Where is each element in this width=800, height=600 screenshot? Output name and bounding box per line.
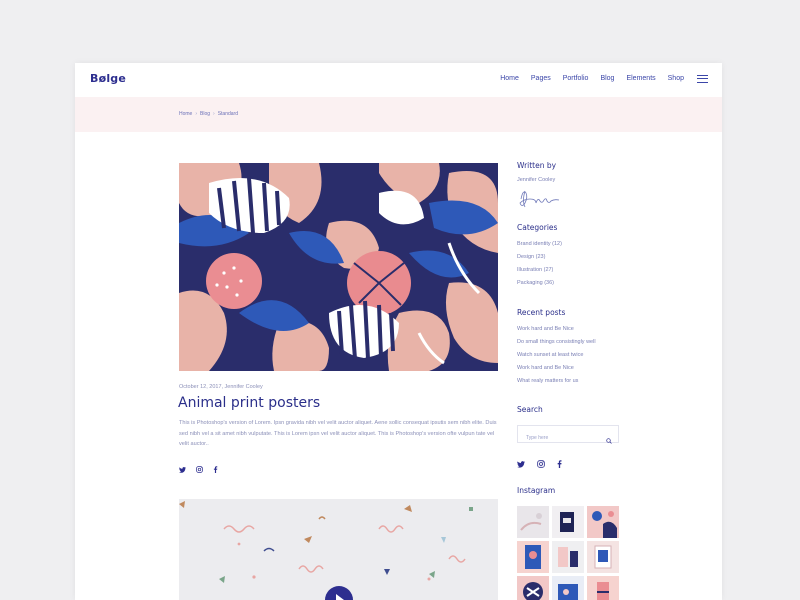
recent-post-link[interactable]: Work hard and Be Nice xyxy=(517,326,574,332)
written-by-heading: Written by xyxy=(517,161,557,170)
recent-post-link[interactable]: Do small things consistingly well xyxy=(517,339,596,345)
category-link[interactable]: Brand identity (12) xyxy=(517,241,562,247)
search-heading: Search xyxy=(517,405,543,414)
recent-posts-heading: Recent posts xyxy=(517,308,566,317)
sidebar-social-links xyxy=(517,455,574,473)
nav-item-portfolio[interactable]: Portfolio xyxy=(563,75,589,82)
recent-post-link[interactable]: What realy matters for us xyxy=(517,378,578,384)
breadcrumb-current: Standard xyxy=(217,111,238,117)
hamburger-menu-icon[interactable] xyxy=(697,75,708,83)
nav-item-pages[interactable]: Pages xyxy=(531,75,551,82)
post-excerpt: This is Photoshop's version of Lorem. Ip… xyxy=(179,420,497,447)
nav-item-blog[interactable]: Blog xyxy=(600,75,614,82)
breadcrumb-home[interactable]: Home xyxy=(179,111,192,117)
facebook-icon[interactable] xyxy=(213,460,218,478)
instagram-thumbnail[interactable] xyxy=(552,576,584,600)
instagram-thumbnail[interactable] xyxy=(587,541,619,573)
instagram-thumbnail[interactable] xyxy=(552,541,584,573)
nav-item-shop[interactable]: Shop xyxy=(668,75,684,82)
post-title[interactable]: Animal print posters xyxy=(178,395,320,411)
post-share-links xyxy=(179,460,228,478)
instagram-thumbnail[interactable] xyxy=(587,576,619,600)
search-icon[interactable] xyxy=(606,431,612,449)
category-link[interactable]: Illustration (27) xyxy=(517,267,553,273)
video-post-thumbnail[interactable] xyxy=(179,499,498,600)
search-box xyxy=(517,425,619,446)
chevron-right-icon: › xyxy=(195,111,198,117)
animal-print-illustration xyxy=(179,163,498,371)
nav-item-elements[interactable]: Elements xyxy=(626,75,655,82)
instagram-thumbnail[interactable] xyxy=(517,541,549,573)
main-nav: Home Pages Portfolio Blog Elements Shop xyxy=(488,75,684,82)
instagram-thumbnail[interactable] xyxy=(552,506,584,538)
instagram-icon[interactable] xyxy=(537,455,545,473)
site-header: Bølge Home Pages Portfolio Blog Elements… xyxy=(75,63,722,97)
category-link[interactable]: Packaging (36) xyxy=(517,280,554,286)
confetti-background xyxy=(179,501,473,583)
chevron-right-icon: › xyxy=(213,111,215,117)
breadcrumb: Home › Blog › Standard xyxy=(179,111,238,117)
post-meta: October 12, 2017, Jennifer Cooley xyxy=(179,384,263,390)
facebook-icon[interactable] xyxy=(557,455,562,473)
page-frame: Bølge Home Pages Portfolio Blog Elements… xyxy=(75,63,722,600)
author-signature xyxy=(515,185,563,214)
twitter-icon[interactable] xyxy=(517,455,525,473)
instagram-heading: Instagram xyxy=(517,486,556,495)
instagram-thumbnail[interactable] xyxy=(587,506,619,538)
instagram-icon[interactable] xyxy=(196,460,203,478)
site-logo[interactable]: Bølge xyxy=(90,72,126,85)
instagram-thumbnail[interactable] xyxy=(517,576,549,600)
recent-post-link[interactable]: Watch sunset at least twice xyxy=(517,352,583,358)
twitter-icon[interactable] xyxy=(179,460,186,478)
breadcrumb-band: Home › Blog › Standard xyxy=(75,97,722,132)
author-name: Jennifer Cooley xyxy=(517,177,556,183)
instagram-thumbnail[interactable] xyxy=(517,506,549,538)
post-featured-image[interactable] xyxy=(179,163,498,371)
nav-item-home[interactable]: Home xyxy=(500,75,519,82)
recent-post-link[interactable]: Work hard and Be Nice xyxy=(517,365,574,371)
search-input[interactable] xyxy=(518,430,598,446)
instagram-feed xyxy=(517,506,619,600)
breadcrumb-blog[interactable]: Blog xyxy=(200,111,210,117)
categories-heading: Categories xyxy=(517,223,558,232)
category-link[interactable]: Design (23) xyxy=(517,254,545,260)
